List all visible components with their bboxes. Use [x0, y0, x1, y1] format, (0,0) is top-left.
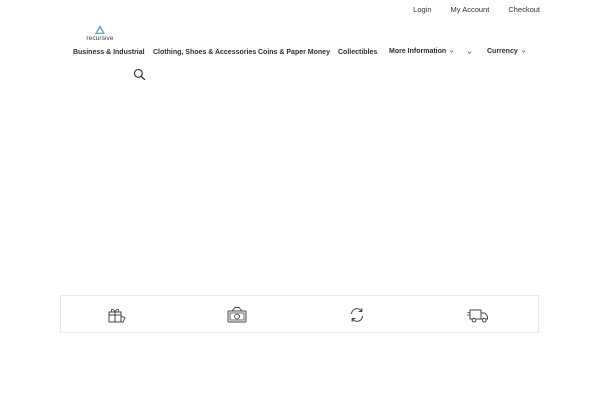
logo-text: recursive [86, 35, 114, 42]
features-strip [60, 295, 539, 333]
nav-item-label: Currency [487, 48, 518, 55]
my-account-link[interactable]: My Account [432, 5, 490, 15]
search-icon[interactable] [133, 68, 146, 81]
nav-item-clothing[interactable]: Clothing, Shoes & Accessories [153, 48, 256, 58]
money-icon [227, 307, 247, 323]
chevron-down-icon [521, 50, 526, 53]
logo[interactable]: recursive [84, 24, 116, 42]
refresh-icon [350, 308, 364, 322]
nav-item-coins[interactable]: Coins & Paper Money [258, 48, 330, 58]
chevron-down-icon [467, 51, 472, 54]
delivery-truck-icon [467, 309, 488, 323]
checkout-link[interactable]: Checkout [489, 5, 540, 15]
nav-item-label: More Information [389, 48, 447, 55]
login-link[interactable]: Login [394, 5, 431, 15]
nav-item-dropdown[interactable] [466, 48, 472, 58]
nav-item-label: Clothing, Shoes & Accessories [153, 49, 257, 56]
nav-item-label: Coins & Paper Money [258, 49, 330, 56]
nav-item-more-information[interactable]: More Information [389, 47, 454, 57]
chevron-down-icon [449, 50, 454, 53]
page: Login My Account Checkout recursive Busi… [0, 0, 600, 400]
nav-item-business-industrial[interactable]: Business & Industrial [73, 48, 145, 58]
top-links: Login My Account Checkout [394, 5, 540, 15]
triangle-logo-icon [94, 24, 106, 34]
gift-icon [108, 308, 126, 323]
nav-item-label: Business & Industrial [73, 49, 145, 56]
nav-item-label: Collectibles [338, 49, 378, 56]
nav-item-collectibles[interactable]: Collectibles [338, 48, 377, 58]
nav-item-currency[interactable]: Currency [487, 47, 526, 57]
